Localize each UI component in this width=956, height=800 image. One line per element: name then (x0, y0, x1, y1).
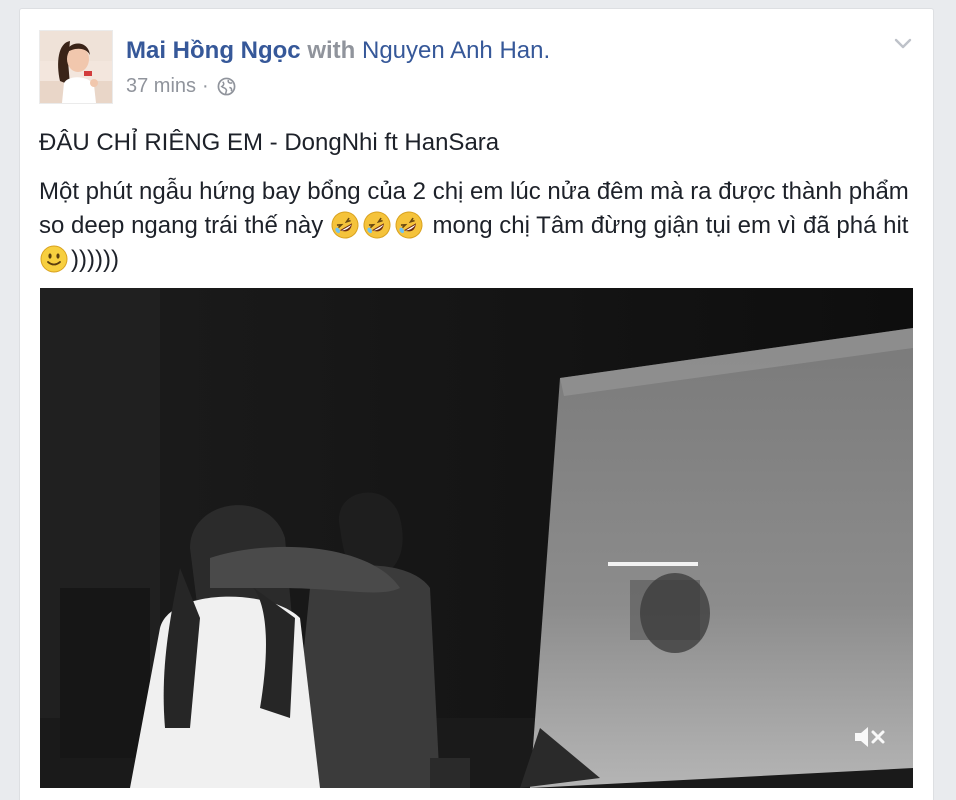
rolling-on-floor-laughing-emoji (363, 211, 391, 239)
post-title: ĐÂU CHỈ RIÊNG EM - DongNhi ft HanSara (39, 129, 500, 156)
speaker-muted-icon[interactable] (852, 724, 886, 750)
post-body-text-2: mong chị Tâm đừng giận tụi em vì đã phá … (425, 212, 909, 239)
smile-emoji (40, 245, 68, 273)
chevron-down-icon[interactable] (891, 31, 915, 55)
tagged-user[interactable]: Nguyen Anh Han. (362, 37, 550, 64)
post-body-text-3: )))))) (71, 246, 119, 273)
timestamp[interactable]: 37 mins (126, 72, 196, 100)
video-player[interactable] (40, 288, 913, 788)
video-frame (40, 288, 913, 788)
author-name[interactable]: Mai Hồng Ngọc (126, 37, 301, 64)
meta-separator: · (202, 75, 209, 97)
post-body: Một phút ngẫu hứng bay bổng của 2 chị em… (39, 175, 919, 277)
with-label: with (307, 37, 356, 64)
post-card: Mai Hồng Ngọc with Nguyen Anh Han. 37 mi… (19, 8, 934, 800)
post-header: Mai Hồng Ngọc with Nguyen Anh Han. (126, 35, 550, 67)
globe-icon[interactable] (217, 77, 236, 96)
post-meta: 37 mins · (126, 72, 236, 100)
rolling-on-floor-laughing-emoji (395, 211, 423, 239)
rolling-on-floor-laughing-emoji (331, 211, 359, 239)
avatar-image (40, 31, 112, 103)
avatar[interactable] (39, 30, 113, 104)
